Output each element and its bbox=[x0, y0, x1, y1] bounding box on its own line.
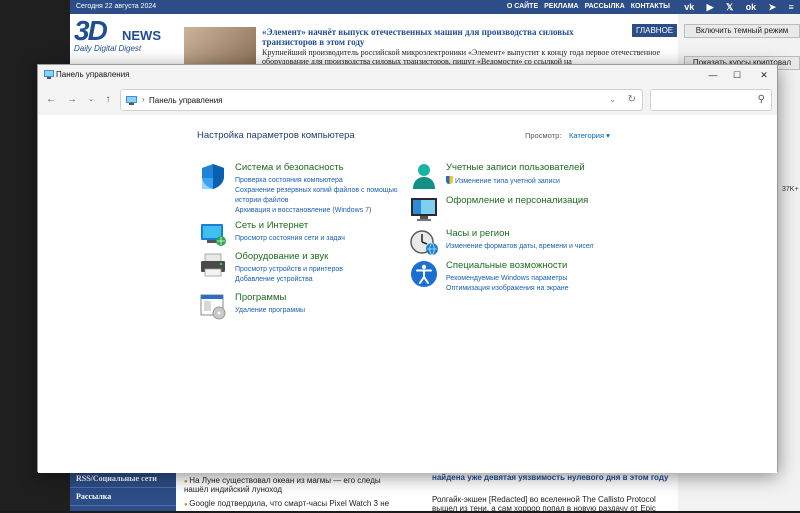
news-title[interactable]: найдена уже девятая уязвимость нулевого … bbox=[432, 473, 672, 482]
news-item[interactable]: Google подтвердила, что смарт-часы Pixel… bbox=[184, 499, 404, 508]
clock-icon[interactable] bbox=[410, 228, 438, 256]
search-icon[interactable]: ⚲ bbox=[758, 94, 765, 105]
share-count: 37K+ bbox=[782, 186, 799, 193]
link-file-history[interactable]: истории файлов bbox=[235, 196, 398, 206]
link-recommended-settings[interactable]: Рекомендуемые Windows параметры bbox=[446, 274, 569, 284]
control-panel-icon bbox=[44, 70, 54, 79]
up-arrow-icon[interactable]: ↑ bbox=[101, 94, 115, 106]
address-dropdown-icon[interactable]: ⌄ bbox=[609, 95, 616, 104]
site-nav-mailing[interactable]: РАССЫЛКА bbox=[585, 0, 625, 14]
link-change-account-type[interactable]: Изменение типа учетной записи bbox=[446, 176, 560, 187]
maximize-button[interactable]: ☐ bbox=[722, 67, 752, 83]
control-panel-icon bbox=[126, 96, 137, 105]
news-item[interactable]: На Луне существовал океан из магмы — его… bbox=[184, 476, 404, 494]
link-check-status[interactable]: Проверка состояния компьютера bbox=[235, 176, 398, 186]
category-title[interactable]: Оборудование и звук bbox=[235, 251, 328, 262]
vk-icon[interactable]: vk bbox=[684, 2, 694, 12]
link-backup-files[interactable]: Сохранение резервных копий файлов с помо… bbox=[235, 186, 398, 196]
back-arrow-icon[interactable]: ← bbox=[44, 94, 58, 106]
youtube-icon[interactable]: ▶ bbox=[707, 2, 714, 13]
title-bar[interactable]: Панель управления — ☐ ✕ bbox=[38, 65, 777, 85]
shield-icon[interactable] bbox=[199, 162, 227, 190]
address-bar[interactable]: › Панель управления ⌄ ↻ bbox=[120, 89, 643, 111]
rss-icon[interactable]: ≡ bbox=[789, 2, 794, 12]
monitor-icon[interactable] bbox=[410, 195, 438, 223]
link-add-device[interactable]: Добавление устройства bbox=[235, 275, 343, 285]
user-icon[interactable] bbox=[410, 162, 438, 190]
printer-icon[interactable] bbox=[199, 251, 227, 279]
category-title[interactable]: Программы bbox=[235, 292, 286, 303]
chevron-down-icon[interactable]: ⌄ bbox=[84, 94, 98, 106]
ok-icon[interactable]: ok bbox=[746, 2, 757, 12]
link-backup-restore[interactable]: Архивация и восстановление (Windows 7) bbox=[235, 206, 398, 216]
dark-mode-button[interactable]: Включить темный режим bbox=[684, 24, 800, 38]
view-by-label: Просмотр: bbox=[525, 131, 562, 140]
site-nav-ads[interactable]: РЕКЛАМА bbox=[544, 0, 578, 14]
content-area: Настройка параметров компьютера Просмотр… bbox=[38, 115, 777, 473]
navigation-toolbar: ← → ⌄ ↑ › Панель управления ⌄ ↻ ⚲ bbox=[38, 85, 777, 115]
link-optimize-display[interactable]: Оптимизация изображения на экране bbox=[446, 284, 569, 294]
telegram-icon[interactable]: ➤ bbox=[769, 2, 777, 13]
breadcrumb[interactable]: Панель управления bbox=[149, 96, 223, 105]
article-headline[interactable]: «Элемент» начнёт выпуск отечественных ма… bbox=[262, 27, 602, 47]
news-item[interactable]: Ролгайк-экшен [Redacted] во вселенной Th… bbox=[432, 495, 672, 513]
category-title[interactable]: Система и безопасность bbox=[235, 162, 344, 173]
programs-icon[interactable] bbox=[199, 292, 227, 320]
control-panel-window: Панель управления — ☐ ✕ ← → ⌄ ↑ › Панель… bbox=[37, 64, 778, 473]
view-by-dropdown[interactable]: Категория ▾ bbox=[569, 131, 610, 140]
network-icon[interactable] bbox=[199, 220, 227, 248]
x-icon[interactable]: 𝕏 bbox=[726, 2, 733, 13]
site-nav-contacts[interactable]: КОНТАКТЫ bbox=[631, 0, 670, 14]
breadcrumb-separator-icon: › bbox=[142, 95, 145, 104]
main-badge: ГЛАВНОЕ bbox=[632, 24, 678, 37]
link-date-time-formats[interactable]: Изменение форматов даты, времени и чисел bbox=[446, 242, 594, 252]
left-nav: RSS/Социальные сети Рассылка bbox=[70, 470, 176, 511]
uac-shield-icon bbox=[446, 176, 453, 184]
close-button[interactable]: ✕ bbox=[749, 67, 779, 83]
window-title: Панель управления bbox=[56, 70, 130, 79]
category-title[interactable]: Часы и регион bbox=[446, 228, 510, 239]
page-title: Настройка параметров компьютера bbox=[197, 130, 355, 141]
site-logo[interactable]: 3D NEWS Daily Digital Digest bbox=[74, 17, 174, 54]
link-network-status[interactable]: Просмотр состояния сети и задач bbox=[235, 234, 345, 244]
category-title[interactable]: Сеть и Интернет bbox=[235, 220, 308, 231]
article-thumbnail[interactable] bbox=[184, 27, 256, 67]
category-title[interactable]: Учетные записи пользователей bbox=[446, 162, 585, 173]
website-topbar: Сегодня 22 августа 2024 О САЙТЕ РЕКЛАМА … bbox=[70, 0, 678, 14]
link-devices-printers[interactable]: Просмотр устройств и принтеров bbox=[235, 265, 343, 275]
category-title[interactable]: Оформление и персонализация bbox=[446, 195, 588, 206]
site-nav: О САЙТЕ РЕКЛАМА РАССЫЛКА КОНТАКТЫ bbox=[507, 0, 670, 14]
link-uninstall-program[interactable]: Удаление программы bbox=[235, 306, 305, 316]
site-nav-about[interactable]: О САЙТЕ bbox=[507, 0, 538, 14]
social-bar: vk ▶ 𝕏 ok ➤ ≡ bbox=[678, 0, 800, 14]
accessibility-icon[interactable] bbox=[410, 260, 438, 288]
search-input[interactable]: ⚲ bbox=[650, 89, 772, 111]
forward-arrow-icon[interactable]: → bbox=[65, 94, 79, 106]
left-nav-mailing[interactable]: Рассылка bbox=[70, 488, 176, 506]
site-date: Сегодня 22 августа 2024 bbox=[76, 3, 157, 10]
category-title[interactable]: Специальные возможности bbox=[446, 260, 567, 271]
refresh-icon[interactable]: ↻ bbox=[628, 94, 636, 105]
